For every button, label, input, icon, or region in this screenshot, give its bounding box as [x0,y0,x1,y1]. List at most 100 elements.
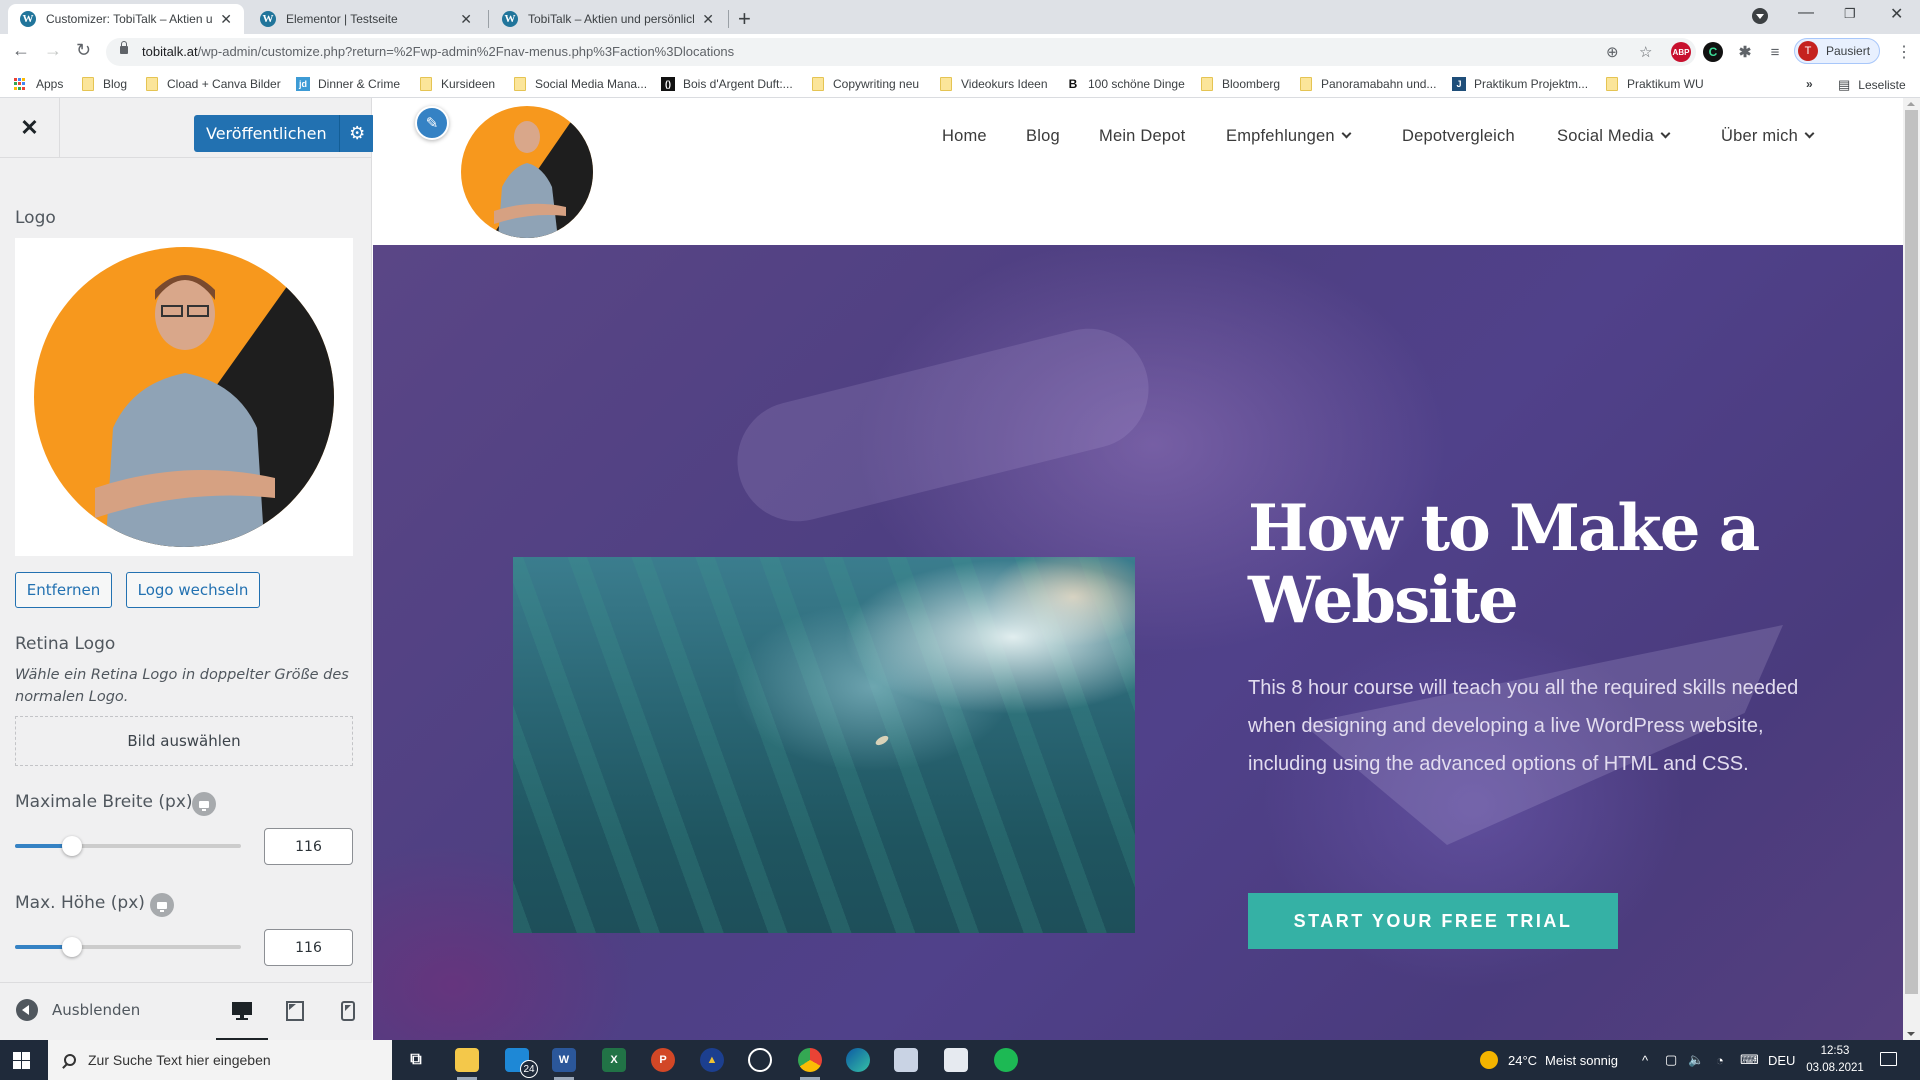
tab-customizer[interactable]: W Customizer: TobiTalk – Aktien und ✕ [8,4,244,34]
tab-tobitalk[interactable]: W TobiTalk – Aktien und persönliche ✕ [490,4,726,34]
hide-label: Ausblenden [52,1001,141,1019]
minimize-button[interactable]: — [1798,4,1814,22]
max-width-slider[interactable] [15,836,241,856]
volume-icon[interactable]: 🔈 [1688,1040,1704,1080]
restore-button[interactable]: ❐ [1844,6,1856,22]
select-image-button[interactable]: Bild auswählen [15,716,353,766]
nav-depotvergleich[interactable]: Depotvergleich [1402,127,1515,146]
menu-kebab-icon[interactable]: ⋮ [1896,42,1912,62]
back-button[interactable]: ← [12,40,30,61]
nav-blog[interactable]: Blog [1026,127,1060,146]
slider-handle[interactable] [61,836,82,856]
adblock-extension-icon[interactable]: ABP [1671,42,1691,62]
scrollbar-thumb[interactable] [1905,110,1918,994]
publish-settings-gear-icon[interactable]: ⚙ [338,115,375,152]
max-width-input[interactable]: 116 [264,828,353,865]
bookmark-bois-dargent[interactable]: () Bois d'Argent Duft:... [661,77,793,91]
nav-home[interactable]: Home [942,127,987,146]
change-logo-button[interactable]: Logo wechseln [126,572,260,608]
taskbar-search[interactable]: Zur Suche Text hier eingeben [48,1040,392,1080]
hero-video-surfer[interactable] [513,557,1135,933]
publish-button[interactable]: Veröffentlichen [194,115,339,152]
bookmark-label: Apps [36,77,64,91]
reading-list-button[interactable]: ▤ Leseliste [1838,77,1906,93]
window-close-button[interactable]: ✕ [1890,4,1903,24]
excel-icon[interactable]: X [602,1048,626,1072]
reload-button[interactable]: ↻ [76,40,91,61]
lock-icon[interactable] [120,41,128,54]
word-icon[interactable]: W [552,1048,576,1072]
responsive-desktop-icon[interactable] [192,792,216,816]
keyboard-icon[interactable]: ⌨ [1740,1040,1759,1080]
weather-widget[interactable]: 24°C Meist sonnig [1480,1040,1618,1080]
obs-icon[interactable] [748,1048,772,1072]
bookmark-star-icon[interactable]: ☆ [1639,43,1652,61]
remove-logo-button[interactable]: Entfernen [15,572,112,608]
bookmark-copywriting[interactable]: Copywriting neu [812,77,919,91]
chrome-icon[interactable] [798,1048,822,1072]
nav-social-media[interactable]: Social Media [1557,127,1671,146]
forward-button[interactable]: → [44,40,62,61]
scroll-up-arrow-icon[interactable] [1907,102,1915,106]
responsive-desktop-icon[interactable] [150,893,174,917]
bookmark-panoramabahn[interactable]: Panoramabahn und... [1300,77,1436,91]
nav-ueber-mich[interactable]: Über mich [1721,127,1815,146]
bookmarks-overflow-button[interactable]: » [1806,77,1813,91]
preview-scrollbar[interactable] [1903,98,1920,1040]
bookmark-videokurs[interactable]: Videokurs Ideen [940,77,1048,91]
scroll-down-arrow-icon[interactable] [1907,1032,1915,1036]
bookmark-social-media[interactable]: Social Media Mana... [514,77,647,91]
max-height-input[interactable]: 116 [264,929,353,966]
new-tab-button[interactable]: + [738,6,751,32]
notification-center-icon[interactable] [1880,1052,1897,1066]
url-text[interactable]: tobitalk.at/wp-admin/customize.php?retur… [142,44,734,59]
bookmark-100-dinge[interactable]: B 100 schöne Dinge [1066,77,1185,91]
app-icon[interactable]: ▲ [700,1048,724,1072]
hide-controls-button[interactable]: Ausblenden [16,999,140,1021]
bookmark-apps[interactable]: Apps [14,77,63,91]
language-indicator[interactable]: DEU [1768,1040,1795,1080]
taskbar-clock[interactable]: 12:53 03.08.2021 [1800,1043,1870,1077]
spotify-icon[interactable] [994,1048,1018,1072]
close-customizer-button[interactable]: ✕ [0,98,60,158]
preview-mobile-button[interactable] [336,999,360,1023]
file-explorer-icon[interactable] [455,1048,479,1072]
tab-elementor[interactable]: W Elementor | Testseite ✕ [248,4,484,34]
meet-now-icon[interactable]: ▢ [1665,1040,1677,1080]
bookmark-praktikum-projektm[interactable]: J Praktikum Projektm... [1452,77,1588,91]
edit-logo-pencil-icon[interactable]: ✎ [415,106,449,140]
paint-icon[interactable] [894,1048,918,1072]
notepad-icon[interactable] [944,1048,968,1072]
windows-start-button[interactable] [13,1052,30,1069]
preview-desktop-button[interactable] [216,999,268,1042]
site-logo[interactable] [460,105,594,239]
profile-button[interactable]: T Pausiert [1794,38,1880,64]
slider-handle[interactable] [61,937,82,957]
bookmark-cload[interactable]: Cload + Canva Bilder [146,77,281,91]
edge-icon[interactable] [846,1048,870,1072]
preview-tablet-button[interactable] [283,999,307,1023]
bookmark-dinner-crime[interactable]: jd Dinner & Crime [296,77,400,91]
bookmark-bloomberg[interactable]: Bloomberg [1201,77,1280,91]
max-height-slider[interactable] [15,937,241,957]
close-tab-icon[interactable]: ✕ [702,11,714,28]
grammarly-extension-icon[interactable]: C [1703,42,1723,62]
zoom-icon[interactable]: ⊕ [1606,43,1619,61]
start-free-trial-button[interactable]: START YOUR FREE TRIAL [1248,893,1618,949]
media-control-icon[interactable] [1752,8,1768,24]
media-queue-icon[interactable]: ≡ [1765,42,1785,62]
powerpoint-icon[interactable]: P [651,1048,675,1072]
close-tab-icon[interactable]: ✕ [220,11,232,28]
wifi-icon[interactable]: ◔ [1716,1040,1724,1080]
nav-mein-depot[interactable]: Mein Depot [1099,127,1185,146]
close-tab-icon[interactable]: ✕ [460,11,472,28]
task-view-icon[interactable]: ⧉ [404,1048,428,1072]
tray-overflow-chevron-icon[interactable]: ^ [1642,1040,1648,1080]
address-bar[interactable]: tobitalk.at/wp-admin/customize.php?retur… [106,38,1696,66]
bookmark-blog[interactable]: Blog [82,77,127,91]
extensions-puzzle-icon[interactable]: ✱ [1735,42,1755,62]
bookmark-kursideen[interactable]: Kursideen [420,77,495,91]
logo-preview[interactable] [15,238,353,556]
nav-empfehlungen[interactable]: Empfehlungen [1226,127,1352,146]
bookmark-praktikum-wu[interactable]: Praktikum WU [1606,77,1704,91]
